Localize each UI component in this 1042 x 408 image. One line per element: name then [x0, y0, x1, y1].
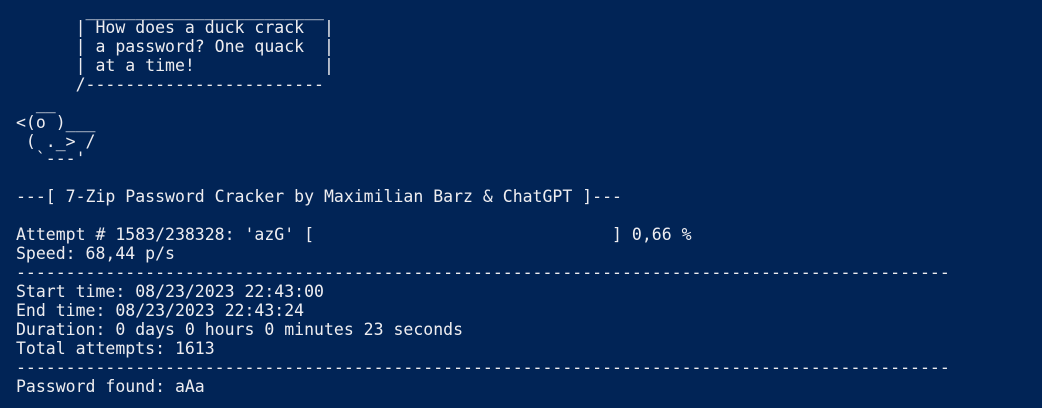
- password-found-line: Password found: aAa: [16, 377, 205, 396]
- duck-art-head-top: __: [16, 94, 56, 113]
- duck-art-bottom: `---': [16, 149, 86, 168]
- powershell-console[interactable]: ________________________ | How does a du…: [0, 0, 1042, 408]
- speech-bubble-line-3: | at a time! |: [16, 56, 334, 75]
- start-time-line: Start time: 08/23/2023 22:43:00: [16, 282, 324, 301]
- speech-bubble-line-2: | a password? One quack |: [16, 37, 334, 56]
- program-banner: ---[ 7-Zip Password Cracker by Maximilia…: [16, 187, 622, 206]
- separator-line: ----------------------------------------…: [16, 358, 950, 377]
- total-attempts-line: Total attempts: 1613: [16, 339, 215, 358]
- speech-bubble-line-1: | How does a duck crack |: [16, 18, 334, 37]
- attempt-progress-line: Attempt # 1583/238328: 'azG' [ ] 0,66 %: [16, 225, 692, 244]
- speed-line: Speed: 68,44 p/s: [16, 244, 175, 263]
- speech-bubble-tail: /------------------------: [16, 75, 324, 94]
- duration-line: Duration: 0 days 0 hours 0 minutes 23 se…: [16, 320, 464, 339]
- end-time-line: End time: 08/23/2023 22:43:24: [16, 301, 305, 320]
- separator-line: ----------------------------------------…: [16, 263, 950, 282]
- duck-art-head: <(o )___: [16, 113, 96, 132]
